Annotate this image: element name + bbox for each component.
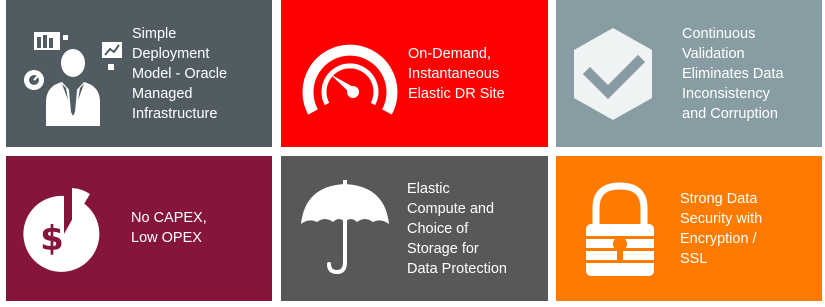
tile-label: Continuous Validation Eliminates Data In… — [682, 14, 818, 134]
managed-infrastructure-person-icon — [24, 32, 122, 126]
tile-label: On-Demand, Instantaneous Elastic DR Site — [408, 16, 544, 132]
feature-tile-oracle-managed-infrastructure: Simple Deployment Model - Oracle Managed… — [6, 0, 272, 147]
dollar-pie-chart-icon: $ — [23, 188, 100, 272]
tile-text: Elastic Compute and Choice of Storage fo… — [407, 181, 507, 277]
feature-tile-data-security: Strong Data Security with Encryption / S… — [556, 156, 822, 301]
umbrella-icon — [301, 180, 389, 275]
feature-tile-continuous-validation: Continuous Validation Eliminates Data In… — [556, 0, 822, 147]
tile-text: No CAPEX, Low OPEX — [131, 210, 207, 246]
tile-text: Strong Data Security with Encryption / S… — [680, 191, 763, 267]
feature-tile-elastic-dr-site: On-Demand, Instantaneous Elastic DR Site — [281, 0, 548, 147]
feature-tile-no-capex: $ No CAPEX, Low OPEX — [6, 156, 272, 301]
tile-label: No CAPEX, Low OPEX — [131, 184, 267, 272]
tile-label: Simple Deployment Model - Oracle Managed… — [132, 16, 268, 132]
tile-text: Simple Deployment Model - Oracle Managed… — [132, 26, 228, 122]
svg-text:$: $ — [40, 219, 64, 259]
hexagon-checkmark-icon — [574, 28, 652, 120]
tile-label: Strong Data Security with Encryption / S… — [680, 174, 816, 284]
tile-label: Elastic Compute and Choice of Storage fo… — [407, 168, 545, 290]
padlock-icon — [586, 182, 654, 276]
tile-text: On-Demand, Instantaneous Elastic DR Site — [408, 46, 505, 102]
feature-tile-elastic-compute: Elastic Compute and Choice of Storage fo… — [281, 156, 548, 301]
speedometer-icon — [302, 44, 398, 115]
tile-text: Continuous Validation Eliminates Data In… — [682, 26, 784, 122]
